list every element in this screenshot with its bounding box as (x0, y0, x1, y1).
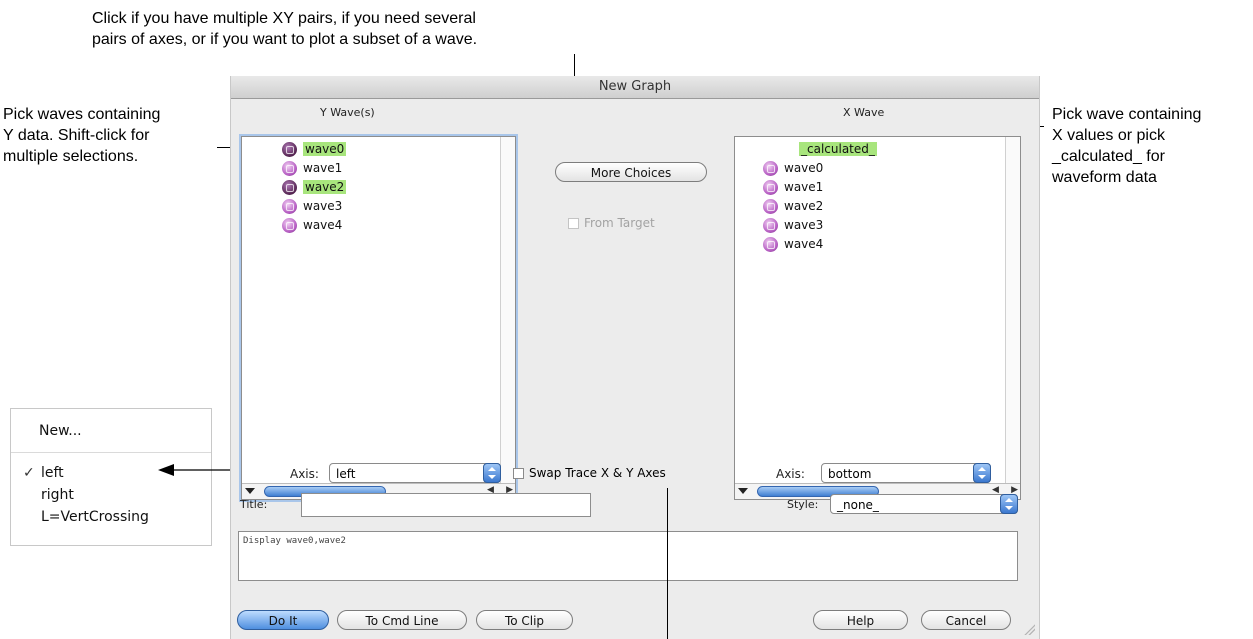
list-item-calculated[interactable]: _calculated_ (799, 140, 877, 158)
menu-item-right[interactable]: right (41, 487, 74, 503)
style-label: Style: (787, 498, 819, 511)
annotation-line: Y data. Shift-click for (3, 127, 150, 144)
stepper-icon[interactable] (1000, 494, 1018, 514)
y-axis-label: Axis: (290, 467, 319, 481)
to-clip-button[interactable]: To Clip (476, 610, 573, 630)
wave-icon (282, 198, 297, 214)
list-item-wave0[interactable]: wave0 (763, 159, 823, 177)
y-waves-header: Y Wave(s) (320, 106, 375, 119)
wave-name: _calculated_ (799, 142, 877, 156)
annotation-line: Click if you have multiple XY pairs, if … (92, 10, 476, 27)
vertical-scrollbar[interactable] (1005, 137, 1020, 484)
checkbox-box[interactable] (568, 217, 579, 229)
list-item-wave0[interactable]: wave0 (282, 140, 347, 158)
wave-name: wave3 (303, 199, 343, 213)
title-input[interactable] (301, 493, 591, 517)
list-item-wave4[interactable]: wave4 (763, 235, 823, 253)
stepper-icon[interactable] (483, 463, 501, 483)
style-select[interactable]: _none_ (830, 494, 1018, 514)
dialog-title: New Graph (598, 79, 672, 94)
annotation-line: pairs of axes, or if you want to plot a … (92, 31, 478, 48)
annotation-line: _calculated_ for (1052, 148, 1165, 165)
from-target-label: From Target (584, 216, 655, 230)
menu-item-new[interactable]: New... (39, 423, 82, 439)
menu-separator (11, 452, 211, 453)
list-item-wave3[interactable]: wave3 (282, 197, 342, 215)
annotation-y-waves: Pick waves containing Y data. Shift-clic… (3, 104, 160, 167)
annotation-line: X values or pick (1052, 127, 1165, 144)
new-graph-dialog: New Graph Y Wave(s) X Wave wave0 wave1 w… (230, 76, 1040, 639)
stepper-icon[interactable] (973, 463, 991, 483)
wave-icon (282, 217, 297, 233)
x-wave-list[interactable]: _calculated_ wave0 wave1 wave2 wave3 wav… (734, 136, 1021, 500)
y-waves-list[interactable]: wave0 wave1 wave2 wave3 wave4 ◀ ▶ (241, 136, 516, 500)
wave-name: wave1 (784, 180, 824, 194)
wave-icon (282, 179, 297, 195)
y-axis-select[interactable]: left (329, 463, 501, 483)
wave-icon (282, 160, 297, 176)
chevron-down-icon[interactable] (738, 488, 748, 494)
menu-item-l-vertcrossing[interactable]: L=VertCrossing (41, 509, 149, 525)
to-cmd-line-button[interactable]: To Cmd Line (337, 610, 467, 630)
menu-item-left[interactable]: left (41, 465, 64, 481)
swap-axes-label: Swap Trace X & Y Axes (529, 466, 666, 480)
wave-icon (763, 236, 778, 252)
title-bar[interactable]: New Graph (231, 76, 1039, 99)
command-preview: Display wave0,wave2 (238, 531, 1018, 581)
title-label: Title: (240, 498, 268, 511)
list-item-wave1[interactable]: wave1 (282, 159, 342, 177)
wave-name: wave0 (303, 142, 347, 156)
chevron-down-icon[interactable] (245, 488, 255, 494)
wave-icon (763, 179, 778, 195)
swap-axes-checkbox[interactable]: Swap Trace X & Y Axes (513, 466, 666, 480)
cancel-button[interactable]: Cancel (921, 610, 1011, 630)
wave-icon (282, 141, 297, 157)
annotation-line: waveform data (1052, 169, 1157, 186)
leader-line-bottom (667, 488, 668, 639)
annotation-x-wave: Pick wave containing X values or pick _c… (1052, 104, 1201, 188)
list-item-wave2[interactable]: wave2 (282, 178, 347, 196)
resize-grip-icon[interactable] (1023, 623, 1035, 635)
annotation-more-choices: Click if you have multiple XY pairs, if … (92, 8, 477, 50)
wave-name: wave4 (784, 237, 824, 251)
from-target-checkbox[interactable]: From Target (568, 216, 655, 230)
wave-name: wave3 (784, 218, 824, 232)
style-value: _none_ (837, 498, 879, 512)
checkbox-box[interactable] (513, 467, 524, 479)
wave-name: wave4 (303, 218, 343, 232)
annotation-line: Pick waves containing (3, 106, 161, 123)
x-wave-header: X Wave (843, 106, 885, 119)
list-item-wave3[interactable]: wave3 (763, 216, 823, 234)
wave-icon (763, 198, 778, 214)
wave-name: wave1 (303, 161, 343, 175)
more-choices-button[interactable]: More Choices (555, 162, 707, 182)
wave-name: wave0 (784, 161, 824, 175)
help-button[interactable]: Help (813, 610, 908, 630)
x-axis-value: bottom (828, 467, 872, 481)
annotation-line: Pick wave containing (1052, 106, 1202, 123)
x-axis-label: Axis: (776, 467, 805, 481)
do-it-button[interactable]: Do It (237, 610, 329, 630)
list-item-wave1[interactable]: wave1 (763, 178, 823, 196)
list-item-wave4[interactable]: wave4 (282, 216, 342, 234)
wave-name: wave2 (784, 199, 824, 213)
checkmark-icon: ✓ (23, 465, 35, 481)
x-axis-select[interactable]: bottom (821, 463, 991, 483)
y-axis-value: left (336, 467, 356, 481)
list-item-wave2[interactable]: wave2 (763, 197, 823, 215)
vertical-scrollbar[interactable] (500, 137, 515, 484)
wave-name: wave2 (303, 180, 347, 194)
wave-icon (763, 217, 778, 233)
wave-icon (763, 160, 778, 176)
annotation-line: multiple selections. (3, 148, 139, 165)
